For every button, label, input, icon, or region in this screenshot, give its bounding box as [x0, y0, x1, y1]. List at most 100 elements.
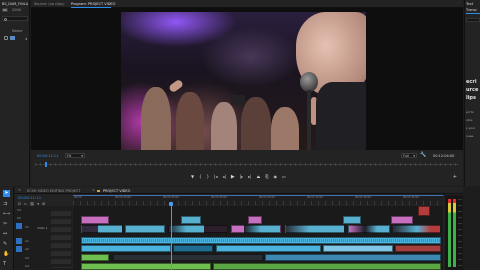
timeline-ruler[interactable]: 00:00 00:00:15:00 00:00:30:00 00:00:45:0… [73, 195, 443, 205]
comparison-view-icon[interactable]: ▭ [282, 174, 286, 180]
type-tool-icon[interactable]: T [3, 261, 6, 267]
right-panel-search-input[interactable] [466, 18, 480, 22]
track-select-tool-icon[interactable]: ⇉ [3, 201, 7, 207]
source-tab[interactable]: Source: (no clips) [34, 2, 64, 6]
audio-clip-green[interactable] [213, 263, 441, 270]
marker-icon[interactable]: ▼ [191, 174, 194, 180]
video-clip[interactable] [285, 225, 345, 233]
out-point-icon[interactable]: } [207, 174, 210, 180]
audio-clip-green[interactable] [81, 263, 211, 270]
video-clip[interactable] [81, 216, 109, 224]
ruler-label: 00:00:45:00 [211, 196, 227, 199]
slip-tool-icon[interactable]: ↔ [3, 231, 7, 237]
program-current-timecode[interactable]: 00:00:11:11 [37, 154, 58, 158]
close-icon[interactable]: × [92, 188, 95, 192]
fit-select[interactable]: Fit ▾ [65, 153, 85, 158]
add-button-icon[interactable]: + [453, 174, 457, 180]
crowd-person [241, 97, 271, 150]
panel-collapse-icon[interactable]: ◂ [25, 36, 27, 41]
track-toggles [51, 208, 71, 268]
work-area-bar[interactable] [73, 195, 443, 196]
audio-clip-green[interactable] [81, 254, 109, 261]
timeline-tab-project-video[interactable]: PROJECT VIDEO [103, 189, 130, 193]
video-clip[interactable] [168, 225, 228, 233]
lift-icon[interactable]: ⏏ [256, 174, 260, 180]
crowd-arm [167, 78, 185, 94]
video-clip[interactable] [393, 225, 441, 233]
left-project-panel: BS_DAM_FINLA Ok 2004 Name ◂ [0, 0, 30, 186]
extract-icon[interactable]: ⎘ [265, 174, 268, 180]
go-to-in-icon[interactable]: |◂ [214, 174, 217, 180]
a1-source-patch[interactable] [16, 238, 22, 244]
program-scrubber[interactable] [35, 162, 459, 167]
video-clip[interactable] [125, 225, 165, 233]
video-clip[interactable] [248, 216, 262, 224]
video-clip[interactable] [81, 225, 123, 233]
tracks-area[interactable] [73, 206, 443, 270]
audio-clip[interactable] [265, 254, 441, 261]
scrubber-playhead[interactable] [45, 162, 47, 167]
project-tab[interactable]: BS_DAM_FINLA [2, 2, 28, 6]
selection-tool-icon[interactable]: ➤ [3, 190, 10, 197]
project-name-label: 2004 [12, 8, 21, 12]
audio-clip[interactable] [216, 245, 321, 252]
timeline-timecode[interactable]: 00:00:11:11 [18, 196, 41, 200]
transcript-subline: ed to [466, 110, 474, 114]
audio-clip[interactable] [323, 245, 393, 252]
video-clip[interactable] [348, 225, 390, 233]
pen-tool-icon[interactable]: ✎ [3, 241, 7, 247]
video-clip[interactable] [391, 216, 413, 224]
play-icon[interactable]: ▶ [231, 174, 235, 180]
video-clip[interactable] [343, 216, 361, 224]
text-tab[interactable]: Text [466, 2, 473, 6]
transcript-line: lips [466, 95, 476, 101]
video-clip-red[interactable] [418, 206, 430, 216]
audio-clip[interactable] [113, 254, 263, 261]
transcript-subline: otos [466, 118, 473, 122]
audio-clip[interactable] [173, 245, 213, 252]
track-label-v2: V2 [17, 216, 21, 220]
chevron-down-icon: ▾ [81, 154, 83, 158]
hand-tool-icon[interactable]: ✋ [3, 251, 9, 257]
program-duration: 00:12:04:00 [433, 154, 455, 158]
go-to-out-icon[interactable]: ▸| [248, 174, 251, 180]
export-frame-icon[interactable]: ◉ [273, 174, 277, 180]
crowd-camera [231, 95, 245, 105]
video-clip[interactable] [181, 216, 201, 224]
settings-icon[interactable]: 🔧 [420, 152, 426, 158]
transcript-tab[interactable]: Transc [466, 8, 477, 12]
timeline-playhead-head[interactable] [169, 202, 173, 206]
audio-clip-red[interactable] [395, 245, 441, 252]
crowd-person [176, 92, 204, 150]
close-icon[interactable]: × [18, 188, 21, 192]
audio-clip[interactable] [81, 245, 171, 252]
step-forward-icon[interactable]: |▸ [240, 174, 243, 180]
bin-search-input[interactable] [2, 16, 28, 21]
scrubber-ticks [35, 163, 459, 166]
razor-tool-icon[interactable]: ✂ [3, 221, 7, 227]
timeline-playhead[interactable] [171, 206, 172, 270]
video-frame [121, 12, 366, 150]
ruler-label: 00:01:15:00 [307, 196, 323, 199]
a2-source-patch[interactable] [16, 246, 22, 252]
v1-source-patch[interactable] [16, 223, 22, 229]
video-track-name: Video 1 [37, 226, 48, 230]
ruler-label: 00:00:15:00 [115, 196, 131, 199]
track-label-v1: V1 [25, 225, 29, 229]
fit-select-value: Fit [67, 154, 72, 158]
track-label-a3: A3 [25, 256, 29, 260]
tools-panel: ➤ ⇉ ⟷ ✂ ↔ ✎ ✋ T [0, 187, 14, 270]
quality-select[interactable]: Full ▾ [401, 153, 417, 158]
video-clip[interactable] [231, 225, 281, 233]
bin-name-header: Name [12, 29, 23, 33]
microphone [300, 72, 318, 92]
ripple-edit-tool-icon[interactable]: ⟷ [3, 211, 10, 217]
program-tab[interactable]: Program: PROJECT VIDEO [71, 2, 115, 6]
timeline-tab-ecsh[interactable]: ECSH VIDEO EDITING PROJECT [27, 189, 81, 193]
bin-item-checkbox[interactable] [4, 36, 8, 40]
project-ok-button[interactable]: Ok [2, 8, 8, 12]
in-point-icon[interactable]: { [199, 174, 202, 180]
program-monitor-canvas[interactable] [31, 8, 463, 150]
transcript-underline [466, 13, 480, 14]
step-back-icon[interactable]: ◂| [223, 174, 226, 180]
